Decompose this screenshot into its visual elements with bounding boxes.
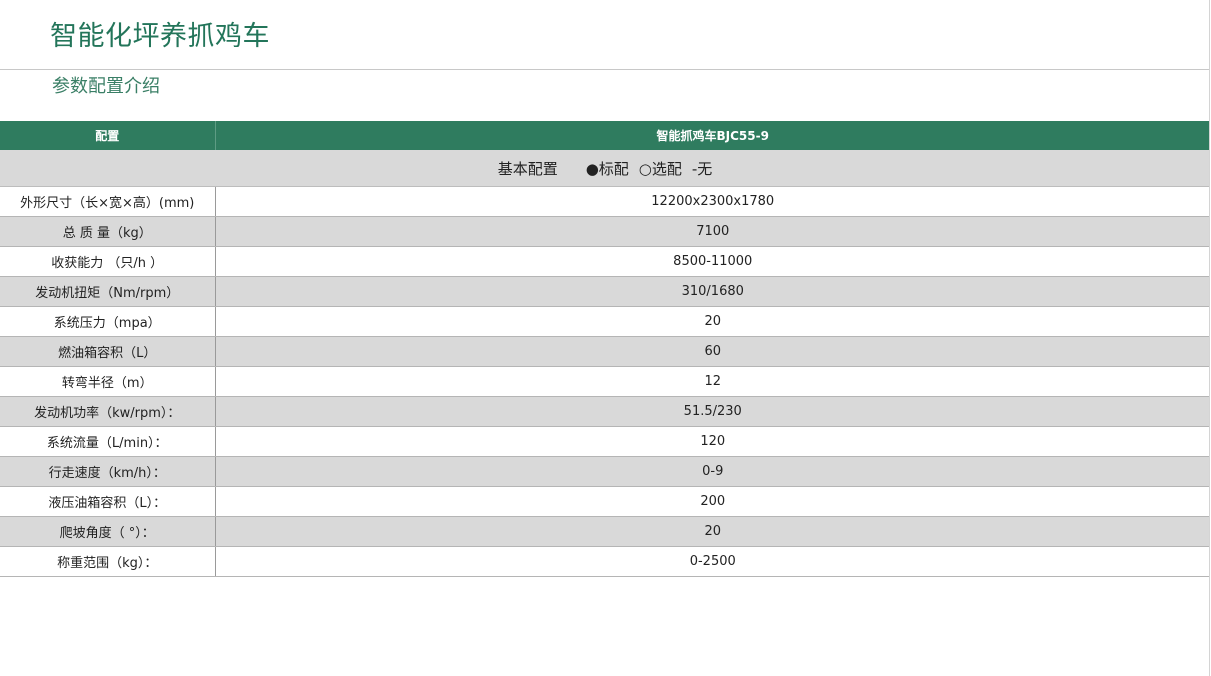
row-value: 310/1680 — [215, 276, 1210, 307]
page-title: 智能化坪养抓鸡车 — [50, 21, 270, 52]
table-row: 燃油箱容积（L） 60 — [0, 336, 1210, 367]
row-value: 51.5/230 — [215, 396, 1210, 427]
table-row: 发动机功率（kw/rpm）： 51.5/230 — [0, 396, 1210, 427]
table-row: 总 质 量（kg） 7100 — [0, 216, 1210, 247]
legend-standard: ●标配 — [585, 159, 629, 178]
group-row: 基本配置 ●标配 ○选配 -无 — [0, 150, 1210, 187]
table-row: 系统流量（L/min）： 120 — [0, 426, 1210, 457]
table-row: 外形尺寸（长×宽×高）(mm) 12200x2300x1780 — [0, 186, 1210, 217]
row-value: 0-2500 — [215, 546, 1210, 577]
row-value: 20 — [215, 306, 1210, 337]
table-header-row: 配置 智能抓鸡车BJC55-9 — [0, 121, 1210, 150]
row-label: 外形尺寸（长×宽×高）(mm) — [0, 186, 216, 217]
table-row: 发动机扭矩（Nm/rpm） 310/1680 — [0, 276, 1210, 307]
row-label: 系统压力（mpa） — [0, 306, 216, 337]
table-row: 系统压力（mpa） 20 — [0, 306, 1210, 337]
row-value: 20 — [215, 516, 1210, 547]
row-value: 60 — [215, 336, 1210, 367]
row-label: 发动机功率（kw/rpm）： — [0, 396, 216, 427]
legend-optional: ○选配 — [638, 159, 682, 178]
row-label: 燃油箱容积（L） — [0, 336, 216, 367]
row-label: 发动机扭矩（Nm/rpm） — [0, 276, 216, 307]
row-value: 12 — [215, 366, 1210, 397]
table-row: 收获能力 （只/h ） 8500-11000 — [0, 246, 1210, 277]
spec-table: 配置 智能抓鸡车BJC55-9 基本配置 ●标配 ○选配 -无 外形尺寸（长×宽×高）… — [0, 121, 1210, 577]
table-row: 行走速度（km/h）： 0-9 — [0, 456, 1210, 487]
group-cell: 基本配置 ●标配 ○选配 -无 — [0, 150, 1210, 187]
row-label: 液压油箱容积（L）： — [0, 486, 216, 517]
row-value: 120 — [215, 426, 1210, 457]
header-model: 智能抓鸡车BJC55-9 — [215, 121, 1210, 150]
page-right-border — [1209, 0, 1210, 676]
row-label: 收获能力 （只/h ） — [0, 246, 216, 277]
group-label: 基本配置 — [497, 159, 558, 178]
row-label: 行走速度（km/h）： — [0, 456, 216, 487]
table-row: 液压油箱容积（L）： 200 — [0, 486, 1210, 517]
row-label: 转弯半径（m） — [0, 366, 216, 397]
row-label: 总 质 量（kg） — [0, 216, 216, 247]
table-row: 称重范围（kg）： 0-2500 — [0, 546, 1210, 577]
legend-none: -无 — [691, 159, 713, 178]
row-value: 12200x2300x1780 — [215, 186, 1210, 217]
row-label: 系统流量（L/min）： — [0, 426, 216, 457]
row-value: 200 — [215, 486, 1210, 517]
section-title: 参数配置介绍 — [52, 76, 160, 97]
header-config: 配置 — [0, 121, 216, 150]
row-value: 0-9 — [215, 456, 1210, 487]
title-divider — [0, 69, 1210, 70]
table-row: 爬坡角度（ °）： 20 — [0, 516, 1210, 547]
row-label: 称重范围（kg）： — [0, 546, 216, 577]
row-value: 7100 — [215, 216, 1210, 247]
row-label: 爬坡角度（ °）： — [0, 516, 216, 547]
table-row: 转弯半径（m） 12 — [0, 366, 1210, 397]
row-value: 8500-11000 — [215, 246, 1210, 277]
